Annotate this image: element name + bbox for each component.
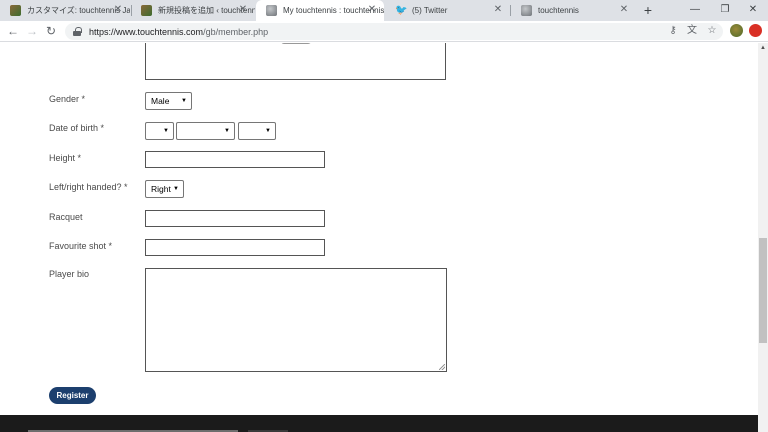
resize-grip-icon[interactable] bbox=[439, 364, 445, 370]
lock-icon[interactable] bbox=[73, 27, 82, 36]
bio-label: Player bio bbox=[49, 269, 90, 279]
handed-select[interactable]: Right ▼ bbox=[145, 180, 184, 198]
shot-label: Favourite shot * bbox=[49, 241, 113, 251]
dob-year-select[interactable]: ▼ bbox=[238, 122, 276, 140]
chevron-down-icon: ▼ bbox=[163, 128, 169, 134]
close-icon[interactable]: ✕ bbox=[618, 4, 630, 16]
star-icon[interactable]: ☆ bbox=[705, 24, 719, 38]
racquet-input[interactable] bbox=[145, 210, 325, 227]
forward-button[interactable]: → bbox=[24, 23, 40, 39]
tab-customize[interactable]: カスタマイズ: touchtennis Japan ✕ bbox=[0, 0, 130, 21]
height-input[interactable] bbox=[145, 151, 325, 168]
handed-label: Left/right handed? * bbox=[49, 182, 128, 192]
back-button[interactable]: ← bbox=[5, 23, 21, 39]
url-host: https://www.touchtennis.com bbox=[89, 26, 204, 37]
new-tab-button[interactable]: + bbox=[640, 2, 656, 18]
globe-favicon bbox=[521, 5, 532, 16]
translate-icon[interactable]: ⽂ bbox=[685, 24, 699, 38]
profile-avatar[interactable] bbox=[730, 24, 743, 37]
chevron-down-icon: ▼ bbox=[265, 128, 271, 134]
globe-favicon bbox=[266, 5, 277, 16]
tab-touchtennis[interactable]: touchtennis ✕ bbox=[511, 0, 636, 21]
chevron-down-icon: ▼ bbox=[181, 98, 187, 104]
url-path: /gb/member.php bbox=[203, 26, 269, 37]
close-icon[interactable]: ✕ bbox=[492, 4, 504, 16]
gender-select[interactable]: Male ▼ bbox=[145, 92, 192, 110]
extension-icon[interactable] bbox=[749, 24, 762, 37]
handed-value: Right bbox=[151, 184, 171, 194]
racquet-label: Racquet bbox=[49, 212, 83, 222]
minimize-button[interactable]: — bbox=[680, 0, 710, 21]
reload-button[interactable]: ↻ bbox=[43, 23, 59, 39]
close-icon[interactable]: ✕ bbox=[237, 4, 249, 16]
browser-toolbar: ← → ↻ https://www.touchtennis.com/gb/mem… bbox=[0, 21, 768, 42]
chevron-down-icon: ▼ bbox=[173, 186, 179, 192]
close-icon[interactable]: ✕ bbox=[366, 4, 378, 16]
tab-strip: カスタマイズ: touchtennis Japan ✕ 新規投稿を追加 ‹ to… bbox=[0, 0, 768, 21]
key-icon[interactable]: ⚷ bbox=[666, 24, 680, 38]
vertical-scrollbar[interactable]: ▲ bbox=[758, 43, 768, 432]
scrollbar-thumb[interactable] bbox=[759, 238, 767, 343]
dob-label: Date of birth * bbox=[49, 123, 105, 133]
twitter-favicon: 🐦 bbox=[395, 5, 408, 16]
player-bio-textarea[interactable] bbox=[145, 268, 447, 372]
page-footer bbox=[0, 415, 758, 432]
image-favicon bbox=[10, 5, 21, 16]
register-button[interactable]: Register bbox=[49, 387, 96, 404]
dob-day-select[interactable]: ▼ bbox=[145, 122, 174, 140]
tab-new-post[interactable]: 新規投稿を追加 ‹ touchtennis ✕ bbox=[131, 0, 255, 21]
tab-my-touchtennis[interactable]: My touchtennis : touchtennis ✕ bbox=[256, 0, 384, 21]
scroll-up-arrow-icon[interactable]: ▲ bbox=[758, 43, 768, 53]
image-favicon bbox=[141, 5, 152, 16]
window-close-button[interactable]: ✕ bbox=[738, 0, 768, 21]
tab-twitter[interactable]: 🐦 (5) Twitter ✕ bbox=[385, 0, 510, 21]
previous-textarea[interactable] bbox=[145, 43, 446, 80]
chevron-down-icon: ▼ bbox=[224, 128, 230, 134]
address-bar[interactable]: https://www.touchtennis.com/gb/member.ph… bbox=[65, 23, 723, 40]
gender-label: Gender * bbox=[49, 94, 86, 104]
previous-button-edge bbox=[281, 43, 311, 44]
height-label: Height * bbox=[49, 153, 82, 163]
close-icon[interactable]: ✕ bbox=[112, 4, 124, 16]
dob-month-select[interactable]: ▼ bbox=[176, 122, 235, 140]
favourite-shot-input[interactable] bbox=[145, 239, 325, 256]
gender-value: Male bbox=[151, 96, 170, 106]
maximize-button[interactable]: ❐ bbox=[710, 0, 740, 21]
page-content: Gender * Male ▼ Date of birth * ▼ ▼ ▼ He… bbox=[0, 43, 758, 432]
